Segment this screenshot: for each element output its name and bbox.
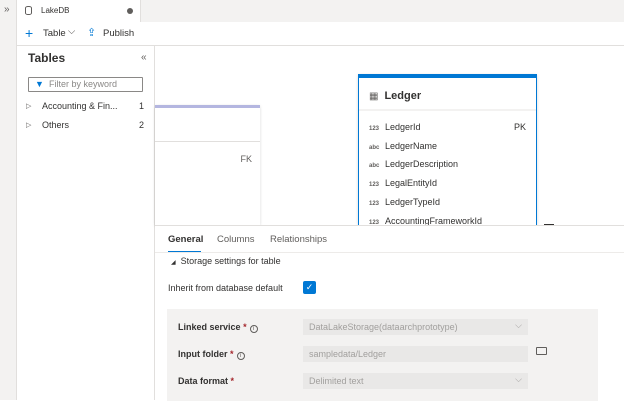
expand-icon[interactable]: » [4,4,10,15]
field-label: Linked service *i [178,322,258,333]
required-mark: * [243,322,247,332]
column-name: LegalEntityId [385,178,437,188]
column-row[interactable]: 123LedgerTypeId [369,197,526,207]
column-row[interactable]: 123LedgerId PK [369,122,526,132]
tables-panel: Tables « ▼ Filter by keyword ▷ Accounting … [17,46,155,400]
label-text: Linked service [178,322,241,332]
table-icon: ▦ [369,91,378,102]
inherit-checkbox[interactable]: ✓ [303,281,316,294]
type-icon: abc [369,145,385,151]
type-icon: 123 [369,182,385,188]
column-name: LedgerId [385,122,421,132]
group-count: 1 [139,101,144,111]
key-badge: FK [240,154,252,164]
group-count: 2 [139,120,144,130]
expand-arrow-icon: ▷ [26,121,31,129]
select-value: DataLakeStorage(dataarchprototype) [309,322,458,332]
tab-general[interactable]: General [168,234,203,245]
field-label: Input folder *i [178,349,245,360]
column-name: AccountingFrameworkId [385,216,482,226]
publish-icon: ⇪ [87,26,96,39]
publish-button[interactable]: Publish [103,28,134,39]
filter-icon: ▼ [35,79,44,89]
storage-section-toggle[interactable]: ◢ Storage settings for table [171,256,281,266]
input-value: sampledata/Ledger [309,349,386,359]
select-value: Delimited text [309,376,364,386]
divider [155,252,624,253]
chevron-down-icon: ⌵ [515,374,522,385]
required-mark: * [231,376,235,386]
database-icon [25,6,32,15]
input-folder-field[interactable]: sampledata/Ledger [303,346,528,362]
data-format-select[interactable]: Delimited text ⌵ [303,373,528,389]
chevron-down-icon: ⌵ [515,320,522,331]
column-row[interactable]: 123LegalEntityId [369,178,526,188]
type-icon: abc [369,163,385,169]
column-row[interactable]: abcLedgerName [369,141,526,151]
tab-columns[interactable]: Columns [217,234,255,245]
table-card-partial[interactable]: FK [155,105,260,225]
toolbar: + Table ⌵ ⇪ Publish [17,22,624,46]
expand-nav-strip[interactable]: » [0,0,17,400]
group-label: Accounting & Fin... [42,101,118,111]
tab-title: LakeDB [41,6,69,15]
tab-relationships[interactable]: Relationships [270,234,327,245]
chevron-down-icon[interactable]: ⌵ [68,26,75,37]
storage-settings-box: Linked service *i DataLakeStorage(dataar… [167,309,598,401]
info-icon[interactable]: i [250,325,258,333]
inherit-label: Inherit from database default [168,283,283,293]
section-title: Storage settings for table [181,256,281,266]
folder-icon[interactable] [536,347,547,355]
panel-title: Tables [28,51,65,65]
linked-service-select[interactable]: DataLakeStorage(dataarchprototype) ⌵ [303,319,528,335]
key-badge: PK [514,122,526,132]
field-label: Data format * [178,376,234,386]
column-row[interactable]: 123AccountingFrameworkId [369,216,526,226]
card-title: Ledger [384,90,421,102]
unsaved-dot-icon [127,8,133,14]
label-text: Data format [178,376,228,386]
info-icon[interactable]: i [237,352,245,360]
filter-input[interactable]: ▼ Filter by keyword [28,77,143,92]
collapse-triangle-icon: ◢ [171,260,176,266]
collapse-icon[interactable]: « [141,52,147,63]
type-icon: 123 [369,201,385,207]
divider [359,109,536,111]
required-mark: * [230,349,234,359]
filter-placeholder: Filter by keyword [49,79,117,89]
label-text: Input folder [178,349,228,359]
table-card-ledger[interactable]: ▦Ledger 123LedgerIdPKabcLedgerNameabcLed… [358,74,537,225]
type-icon: 123 [369,126,385,132]
properties-panel: General Columns Relationships ◢ Storage s… [155,225,624,400]
column-row[interactable]: abcLedgerDescription [369,159,526,169]
column-name: LedgerTypeId [385,197,440,207]
column-name: LedgerDescription [385,159,458,169]
group-label: Others [42,120,69,130]
divider [155,141,260,142]
column-name: LedgerName [385,141,437,151]
expand-arrow-icon: ▷ [26,102,31,110]
plus-icon: + [25,25,33,41]
tab-lakedb[interactable]: LakeDB [17,0,141,22]
add-table-button[interactable]: Table [43,28,66,39]
